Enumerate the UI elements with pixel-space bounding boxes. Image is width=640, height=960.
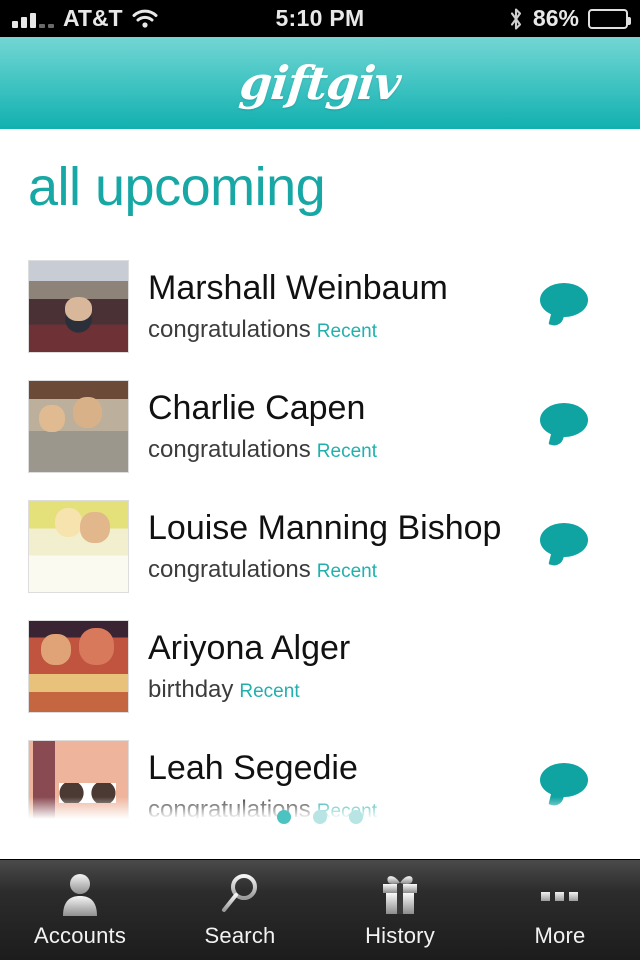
tab-label: Search: [204, 923, 276, 948]
carrier-label: AT&T: [63, 5, 123, 31]
tab-search[interactable]: Search: [160, 860, 320, 960]
upcoming-list[interactable]: Marshall Weinbaum congratulations Recent …: [0, 252, 640, 837]
recency-tag: Recent: [316, 561, 377, 583]
status-bar-left: AT&T: [0, 5, 211, 32]
occasion-label: congratulations: [148, 316, 311, 344]
app-header: giftgiv: [0, 37, 640, 129]
occasion-label: congratulations: [148, 436, 311, 464]
list-item[interactable]: Marshall Weinbaum congratulations Recent: [0, 252, 640, 372]
recency-tag: Recent: [316, 441, 377, 463]
gift-icon: [379, 871, 421, 917]
status-bar-right: 86%: [429, 5, 640, 32]
contact-name: Ariyona Alger: [148, 629, 351, 667]
tab-history[interactable]: History: [320, 860, 480, 960]
battery-percent-label: 86%: [532, 5, 579, 31]
list-item[interactable]: Charlie Capen congratulations Recent: [0, 372, 640, 492]
list-item[interactable]: Louise Manning Bishop congratulations Rec…: [0, 492, 640, 612]
occasion-label: birthday: [148, 676, 234, 704]
occasion-label: congratulations: [148, 556, 311, 584]
message-bubble-icon[interactable]: [540, 523, 588, 557]
tab-label: Accounts: [33, 923, 127, 948]
tab-accounts[interactable]: Accounts: [0, 860, 160, 960]
clock-label: 5:10 PM: [275, 5, 365, 31]
status-bar: AT&T 5:10 PM 86%: [0, 0, 640, 37]
pagination-dot[interactable]: [313, 810, 327, 824]
bluetooth-icon: [508, 7, 524, 31]
contact-subtitle: congratulationsRecent: [148, 316, 640, 344]
battery-icon: [587, 8, 631, 29]
recency-tag: Recent: [239, 681, 300, 703]
avatar: [28, 500, 129, 593]
avatar: [28, 620, 129, 713]
page-title: all upcoming: [28, 157, 326, 217]
person-icon: [60, 871, 100, 917]
message-bubble-icon[interactable]: [540, 283, 588, 317]
tab-label: More: [534, 923, 586, 948]
avatar: [28, 260, 129, 353]
search-icon: [219, 871, 261, 917]
signal-strength-icon: [12, 10, 54, 28]
tab-more[interactable]: More: [480, 860, 640, 960]
pagination-dot[interactable]: [277, 810, 291, 824]
list-item[interactable]: Ariyona Alger birthday Recent: [0, 612, 640, 732]
tab-label: History: [365, 923, 435, 948]
contact-subtitle: birthday Recent: [148, 676, 640, 704]
message-bubble-icon[interactable]: [540, 763, 588, 797]
app-logo: giftgiv: [237, 56, 403, 110]
wifi-icon: [132, 9, 158, 29]
pagination-dots[interactable]: [0, 797, 640, 837]
message-bubble-icon[interactable]: [540, 403, 588, 437]
list-item-text: Ariyona Alger birthday Recent: [148, 612, 640, 704]
pagination-dot[interactable]: [349, 810, 363, 824]
avatar: [28, 380, 129, 473]
contact-subtitle: congratulationsRecent: [148, 556, 640, 584]
tab-bar: Accounts Search History More: [0, 859, 640, 960]
contact-subtitle: congratulationsRecent: [148, 436, 640, 464]
recency-tag: Recent: [316, 321, 377, 343]
ellipsis-icon: [536, 871, 584, 917]
